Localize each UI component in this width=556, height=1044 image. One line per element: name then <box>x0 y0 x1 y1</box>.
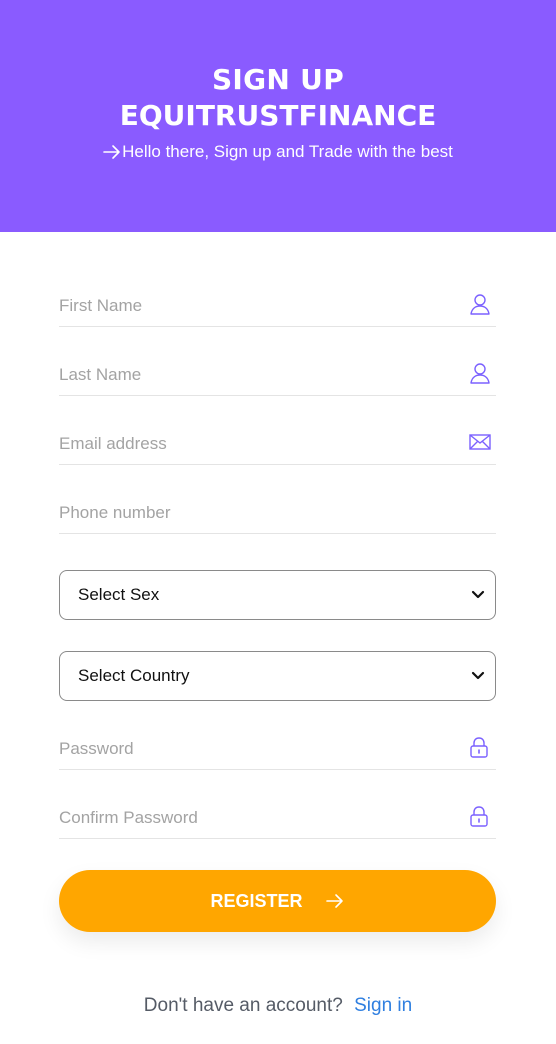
envelope-icon <box>469 434 491 450</box>
arrow-right-icon <box>103 145 120 159</box>
signin-prompt: Don't have an account? Sign in <box>0 995 556 1017</box>
phone-field <box>59 494 496 534</box>
lock-icon <box>470 737 488 758</box>
email-field <box>59 425 496 465</box>
signin-link[interactable]: Sign in <box>354 995 412 1016</box>
country-select-value: Select Country <box>78 666 190 685</box>
confirm-password-field <box>59 799 496 839</box>
register-button[interactable]: REGISTER <box>59 870 496 932</box>
chevron-down-icon <box>471 590 485 599</box>
sex-select-value: Select Sex <box>78 585 160 604</box>
lock-icon <box>470 806 488 827</box>
brand-name: EQUITRUSTFINANCE <box>119 99 437 132</box>
subtitle-text: Hello there, Sign up and Trade with the … <box>122 142 453 161</box>
password-input[interactable] <box>59 730 459 768</box>
user-icon <box>470 363 490 384</box>
register-label: REGISTER <box>210 890 303 911</box>
last-name-input[interactable] <box>59 356 459 394</box>
first-name-input[interactable] <box>59 287 459 325</box>
country-select[interactable]: Select Country <box>59 651 496 701</box>
chevron-down-icon <box>471 671 485 680</box>
first-name-field <box>59 287 496 327</box>
subtitle: Hello there, Sign up and Trade with the … <box>103 142 453 162</box>
sex-select[interactable]: Select Sex <box>59 570 496 620</box>
password-field <box>59 730 496 770</box>
signup-header: SIGN UP EQUITRUSTFINANCE Hello there, Si… <box>0 0 556 232</box>
user-icon <box>470 294 490 315</box>
page-title: SIGN UP <box>211 63 345 96</box>
email-input[interactable] <box>59 425 459 463</box>
signin-prompt-text: Don't have an account? <box>143 995 343 1016</box>
confirm-password-input[interactable] <box>59 799 459 837</box>
arrow-right-icon <box>325 893 345 909</box>
last-name-field <box>59 356 496 396</box>
phone-input[interactable] <box>59 494 459 532</box>
